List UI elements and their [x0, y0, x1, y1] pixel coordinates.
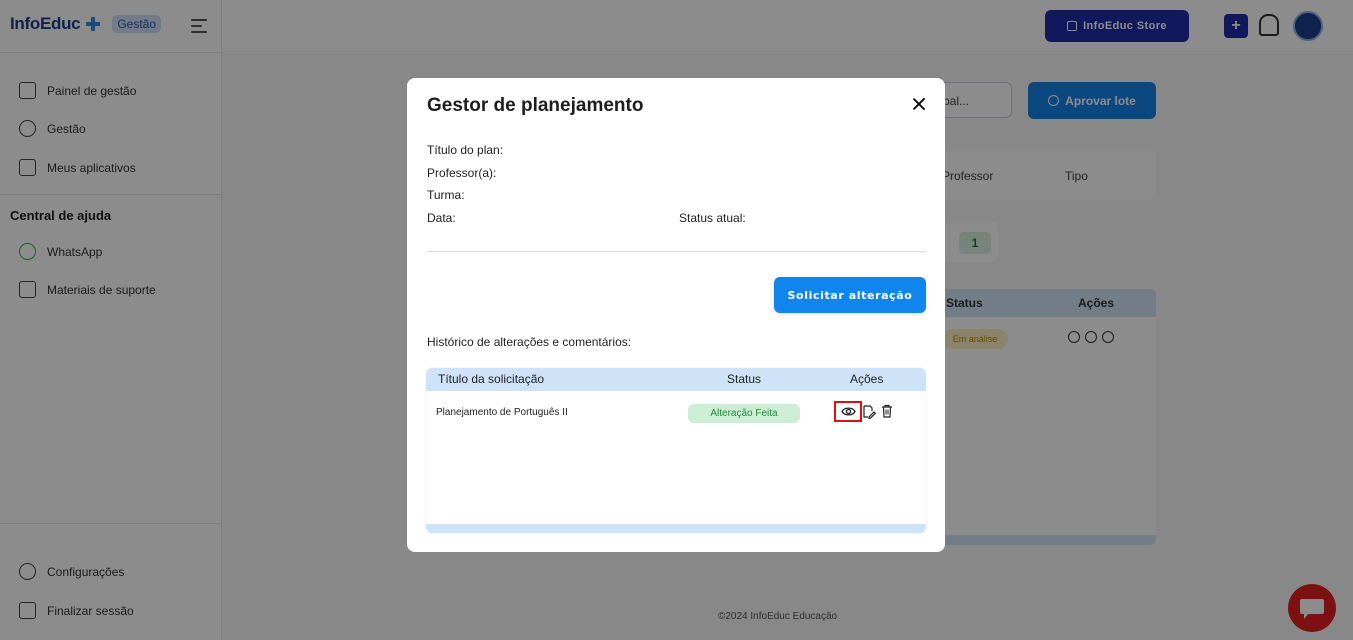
modal-title: Gestor de planejamento [427, 95, 644, 116]
request-change-button[interactable]: Solicitar alteração [774, 277, 926, 313]
table-row: Planejamento de Português II Alteração F… [426, 391, 926, 434]
view-button[interactable] [834, 401, 862, 422]
status-badge: Alteração Feita [688, 404, 800, 423]
requests-table: Título da solicitação Status Ações Plane… [426, 368, 926, 533]
history-title: Histórico de alterações e comentários: [427, 335, 632, 349]
field-data: Data: [427, 211, 456, 225]
column-header-title: Título da solicitação [438, 372, 545, 386]
requests-table-header: Título da solicitação Status Ações [426, 368, 926, 391]
field-professor: Professor(a): [427, 166, 497, 180]
edit-icon [863, 405, 877, 419]
column-header-actions: Ações [850, 372, 884, 386]
field-turma: Turma: [427, 188, 465, 202]
close-icon[interactable] [911, 96, 927, 112]
eye-icon [841, 407, 856, 416]
edit-button[interactable] [862, 405, 877, 424]
planning-manager-modal: Gestor de planejamento Título do plan: P… [407, 78, 945, 552]
delete-button[interactable] [881, 404, 893, 423]
field-titulo: Título do plan: [427, 143, 504, 157]
column-header-status: Status [727, 372, 762, 386]
field-status-atual: Status atual: [679, 211, 746, 225]
modal-divider [427, 251, 926, 252]
requests-table-footer [426, 524, 926, 533]
request-title: Planejamento de Português II [436, 407, 568, 418]
trash-icon [882, 404, 892, 418]
